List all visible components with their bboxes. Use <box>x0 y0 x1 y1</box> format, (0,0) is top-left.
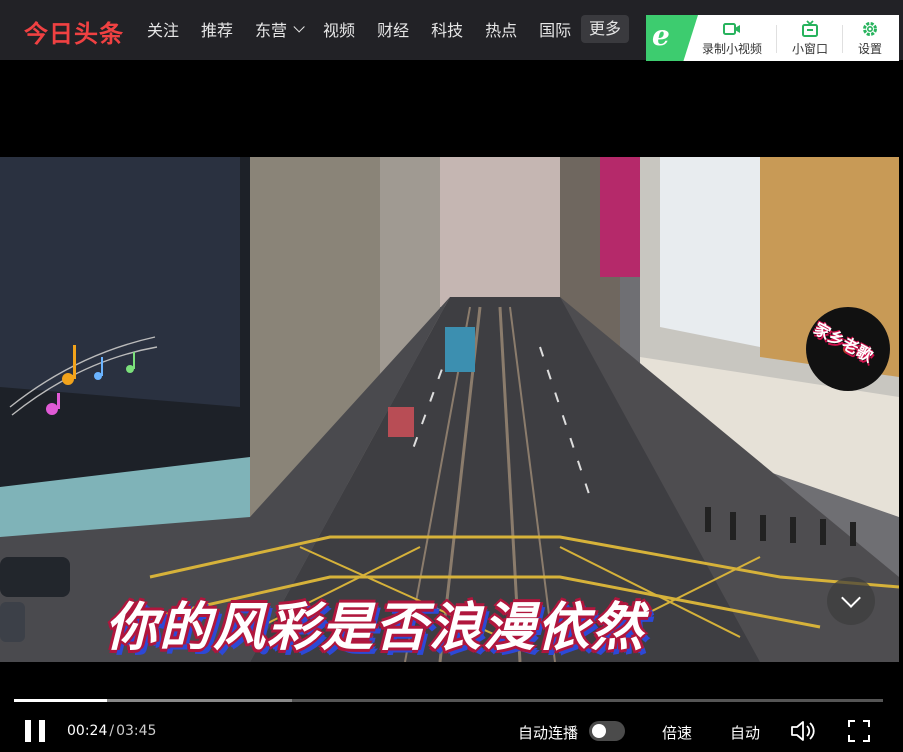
nav-label: 科技 <box>431 21 464 40</box>
time-display: 00:24/03:45 <box>67 723 156 739</box>
video-camera-icon <box>723 22 740 35</box>
speed-button[interactable]: 倍速 <box>662 722 692 743</box>
duration: 03:45 <box>116 723 157 739</box>
nav-label: 东营 <box>255 21 288 40</box>
nav-label: 视频 <box>323 21 356 40</box>
autoplay-toggle[interactable] <box>589 721 625 741</box>
nav-label: 热点 <box>485 21 518 40</box>
settings-button[interactable]: 设置 <box>846 15 894 61</box>
nav-label: 推荐 <box>201 21 234 40</box>
time-separator: / <box>109 723 115 739</box>
nav-item-follow[interactable]: 关注 <box>147 17 179 41</box>
player-page: 今日头条 关注 推荐 东营 视频 财经 科技 热点 国际 更多 e 录制小视频 <box>0 0 903 752</box>
mini-window-label: 小窗口 <box>791 41 828 56</box>
nav-item-recommend[interactable]: 推荐 <box>201 17 233 41</box>
nav-item-hot[interactable]: 热点 <box>485 17 517 41</box>
nav-label: 关注 <box>147 21 180 40</box>
nav-item-tech[interactable]: 科技 <box>431 17 463 41</box>
current-time: 00:24 <box>67 723 108 739</box>
nav-more-button[interactable]: 更多 <box>581 15 630 43</box>
tv-icon <box>802 19 818 37</box>
quality-button[interactable]: 自动 <box>730 722 760 743</box>
nav-item-finance[interactable]: 财经 <box>377 17 409 41</box>
nav-label: 财经 <box>377 21 410 40</box>
nav-item-international[interactable]: 国际 <box>539 17 571 41</box>
player-controls: 00:24/03:45 自动连播 倍速 自动 <box>0 712 903 752</box>
gear-icon <box>863 21 877 36</box>
fullscreen-icon[interactable] <box>848 720 870 742</box>
volume-icon[interactable] <box>790 720 816 742</box>
site-logo[interactable]: 今日头条 <box>24 14 124 49</box>
divider <box>776 25 777 53</box>
chevron-down-icon <box>293 21 305 33</box>
autoplay-label: 自动连播 <box>518 724 579 742</box>
extension-logo-icon: e <box>652 19 670 52</box>
nav-items: 关注 推荐 东营 视频 财经 科技 热点 国际 <box>147 17 593 41</box>
nav-label: 国际 <box>539 21 572 40</box>
progress-bar[interactable] <box>14 699 883 702</box>
video-extension-toolbar: e 录制小视频 小窗口 设置 <box>646 15 899 61</box>
extension-badge: e <box>646 15 698 61</box>
video-subtitle: 你的风彩是否浪漫依然 <box>105 597 646 658</box>
pause-button[interactable] <box>24 720 46 742</box>
nav-item-local[interactable]: 东营 <box>255 17 305 41</box>
collapse-chevron-button[interactable] <box>827 577 875 625</box>
video-frame[interactable]: 家乡老歌 你的风彩是否浪漫依然 <box>0 157 899 662</box>
record-video-button[interactable]: 录制小视频 <box>700 15 764 61</box>
progress-played <box>14 699 107 702</box>
divider <box>842 25 843 53</box>
nav-item-video[interactable]: 视频 <box>323 17 355 41</box>
mini-window-button[interactable]: 小窗口 <box>786 15 834 61</box>
settings-label: 设置 <box>857 41 882 56</box>
record-video-label: 录制小视频 <box>701 41 762 56</box>
